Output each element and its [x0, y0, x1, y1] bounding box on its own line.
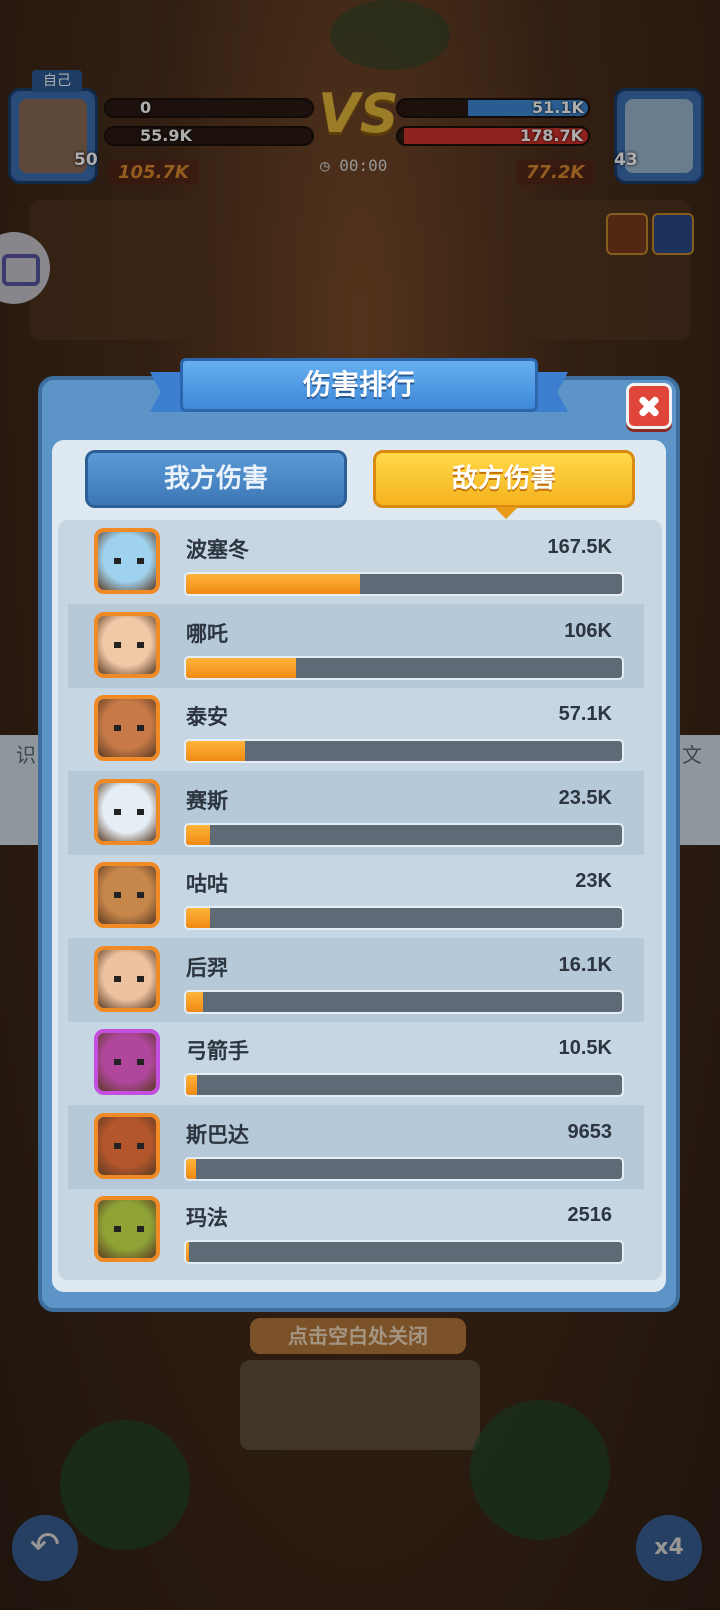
- ranking-row[interactable]: 咕咕 23K: [68, 854, 644, 938]
- damage-bar-fill: [186, 908, 210, 928]
- tab-our-damage[interactable]: 我方伤害: [85, 450, 347, 508]
- ranking-row[interactable]: 波塞冬 167.5K: [68, 520, 644, 604]
- hero-name: 波塞冬: [186, 538, 249, 562]
- damage-value: 2516: [567, 1204, 613, 1226]
- damage-bar: [184, 655, 624, 680]
- damage-value: 9653: [567, 1120, 613, 1143]
- damage-value: 106K: [564, 619, 612, 642]
- hero-portrait: [94, 1112, 160, 1179]
- tab-enemy-damage-label: 敌方伤害: [451, 464, 556, 494]
- ranking-row[interactable]: 哪吒 106K: [68, 603, 644, 688]
- damage-bar: [184, 572, 624, 596]
- damage-bar-fill: [186, 574, 361, 594]
- hero-name: 弓箭手: [186, 1039, 249, 1063]
- hero-name: 哪吒: [186, 621, 228, 646]
- hero-portrait: [94, 1196, 160, 1262]
- hero-name: 玛法: [186, 1206, 228, 1230]
- dialog-title: 伤害排行: [180, 358, 538, 412]
- hero-name: 后羿: [186, 955, 228, 980]
- dialog-title-ribbon: 伤害排行: [150, 358, 568, 420]
- hero-portrait: [94, 778, 160, 845]
- damage-bar: [184, 1156, 624, 1181]
- hero-name: 斯巴达: [186, 1122, 249, 1147]
- hero-name: 赛斯: [186, 788, 228, 813]
- hero-portrait: [94, 611, 160, 678]
- damage-bar-fill: [186, 1075, 197, 1095]
- hero-name: 泰安: [186, 705, 228, 729]
- damage-value: 167.5K: [547, 536, 613, 558]
- damage-bar: [184, 1240, 624, 1264]
- hero-portrait: [94, 862, 160, 928]
- damage-value: 57.1K: [558, 703, 612, 725]
- damage-bar: [184, 906, 624, 930]
- damage-bar: [184, 989, 624, 1014]
- active-tab-pointer: [494, 507, 518, 519]
- hero-portrait: [94, 945, 160, 1012]
- damage-bar-fill: [186, 991, 203, 1012]
- ranking-row[interactable]: 弓箭手 10.5K: [68, 1021, 644, 1105]
- ranking-row[interactable]: 玛法 2516: [68, 1188, 644, 1272]
- damage-ranking-list[interactable]: 波塞冬 167.5K 哪吒 106K 泰安 57.1K 赛斯 23.5K 咕咕 23K 后羿 16.1…: [58, 520, 662, 1280]
- hero-name: 咕咕: [186, 872, 228, 896]
- tab-enemy-damage[interactable]: 敌方伤害: [373, 450, 635, 519]
- damage-bar-fill: [186, 824, 211, 845]
- damage-value: 10.5K: [558, 1037, 612, 1059]
- damage-bar-fill: [186, 657, 297, 678]
- hero-portrait: [94, 1029, 160, 1095]
- hero-portrait: [94, 695, 160, 761]
- damage-bar-fill: [186, 741, 246, 761]
- damage-bar-fill: [186, 1242, 189, 1262]
- close-button[interactable]: [626, 383, 672, 429]
- damage-bar: [184, 822, 624, 847]
- ranking-row[interactable]: 后羿 16.1K: [68, 937, 644, 1022]
- ranking-row[interactable]: 斯巴达 9653: [68, 1104, 644, 1189]
- hero-portrait: [94, 528, 160, 594]
- damage-value: 23.5K: [558, 786, 612, 809]
- damage-value: 23K: [575, 870, 612, 892]
- damage-bar: [184, 1073, 624, 1097]
- ranking-row[interactable]: 赛斯 23.5K: [68, 770, 644, 855]
- ranking-row[interactable]: 泰安 57.1K: [68, 687, 644, 771]
- damage-bar-fill: [186, 1158, 197, 1179]
- damage-value: 16.1K: [558, 953, 612, 976]
- damage-bar: [184, 739, 624, 763]
